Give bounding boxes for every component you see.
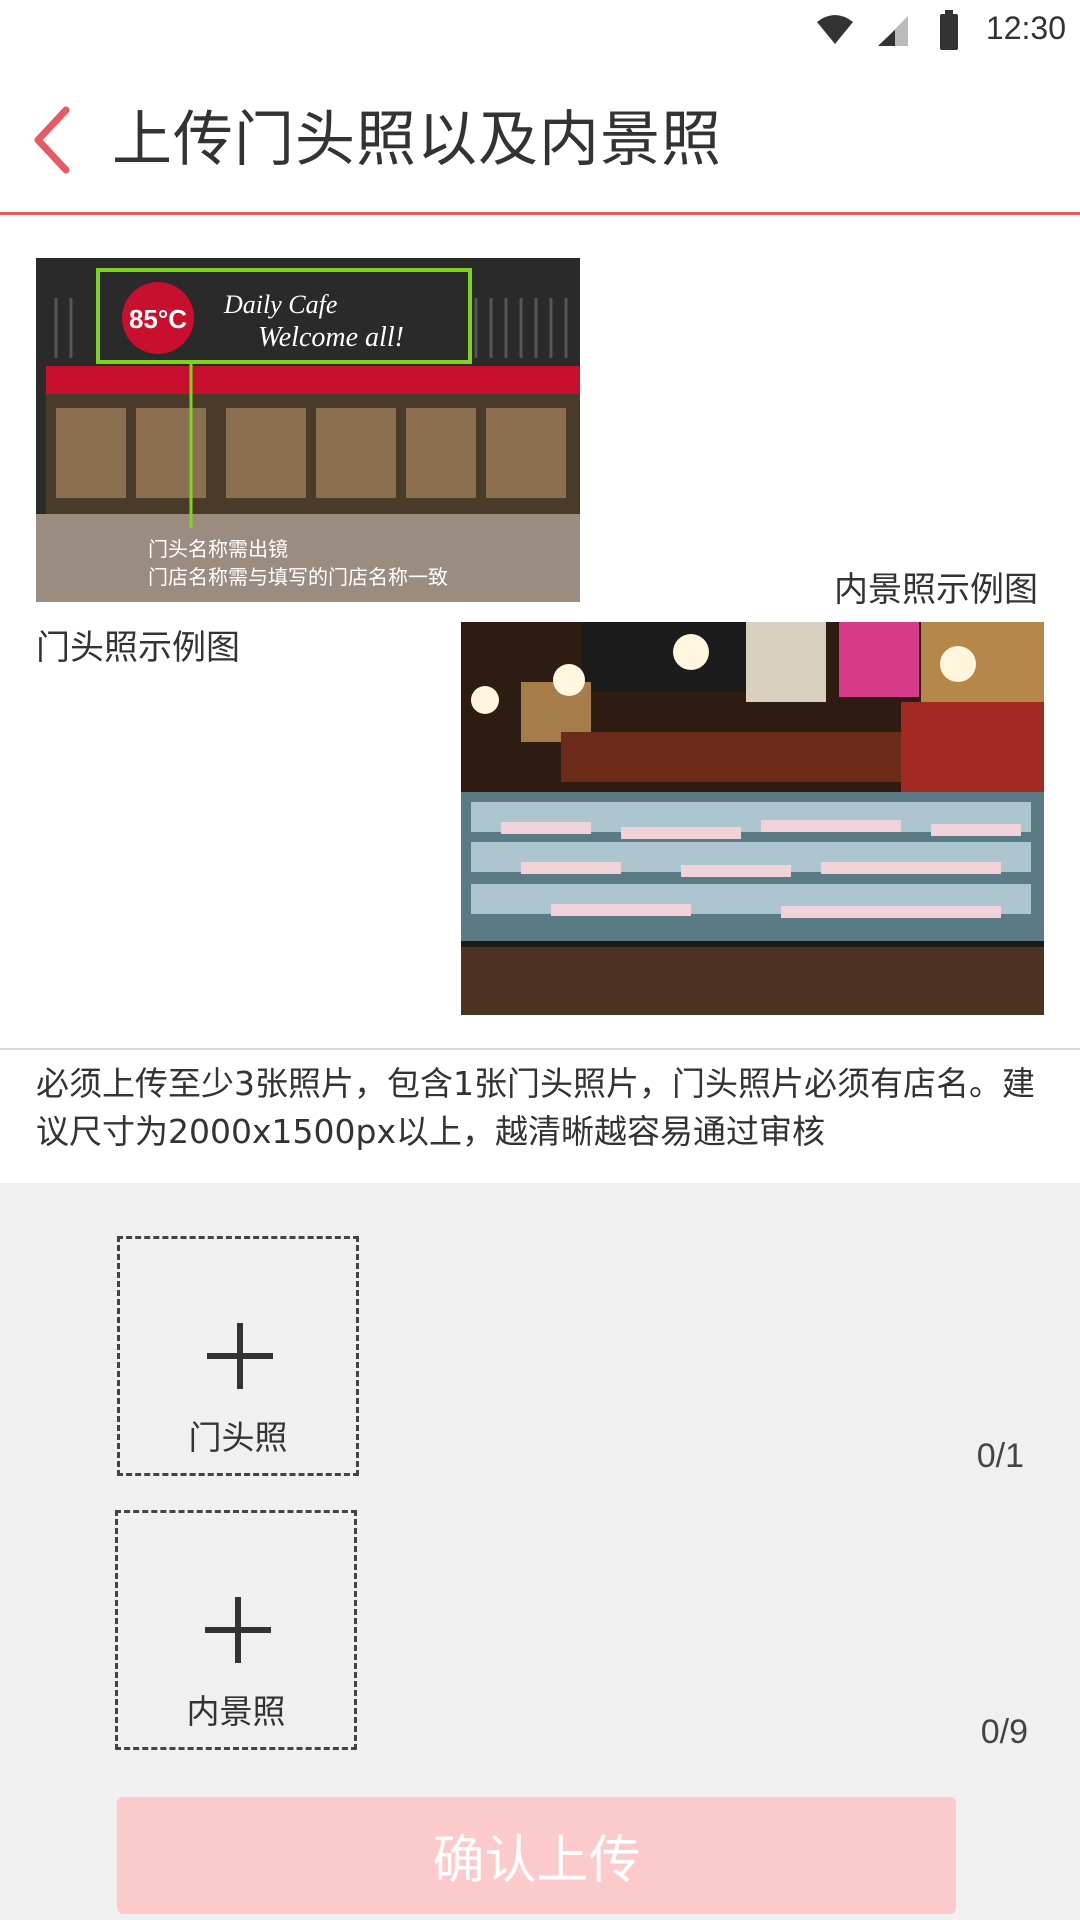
storefront-sample-caption: 门头照示例图 [36, 628, 240, 668]
plus-icon [205, 1597, 271, 1663]
signal-icon [878, 16, 908, 46]
storefront-upload-count: 0/1 [976, 1437, 1024, 1475]
storefront-upload-label: 门头照 [188, 1418, 288, 1457]
title-bar: 上传门头照以及内景照 [0, 62, 1080, 215]
battery-icon [940, 10, 958, 50]
confirm-upload-button[interactable]: 确认上传 [117, 1797, 956, 1914]
interior-upload-count: 0/9 [980, 1713, 1028, 1751]
sign-logo-text: 85°C [129, 304, 187, 334]
sample-overlay-line-1: 门头名称需出镜 [148, 537, 288, 561]
back-button[interactable] [28, 102, 88, 178]
interior-upload-button[interactable]: 内景照 [115, 1510, 357, 1750]
storefront-upload-button[interactable]: 门头照 [117, 1236, 359, 1476]
interior-sample-caption: 内景照示例图 [834, 570, 1038, 610]
divider [0, 1048, 1080, 1050]
interior-sample-image [461, 622, 1044, 1015]
plus-icon [207, 1323, 273, 1389]
sign-welcome-text: Welcome all! [258, 322, 404, 353]
storefront-sample-image: 85°C Daily Cafe Welcome all! 门头名称需出镜 门店名… [36, 258, 580, 602]
status-time: 12:30 [985, 10, 1066, 46]
sign-name-text: Daily Cafe [223, 290, 337, 319]
chevron-left-icon [34, 106, 70, 174]
interior-upload-label: 内景照 [186, 1692, 286, 1731]
status-bar: 12:30 [0, 0, 1080, 62]
upload-notice: 必须上传至少3张照片，包含1张门头照片，门头照片必须有店名。建议尺寸为2000x… [36, 1064, 1035, 1151]
page-title: 上传门头照以及内景照 [112, 105, 722, 175]
wifi-icon [817, 15, 853, 44]
sample-overlay-line-2: 门店名称需与填写的门店名称一致 [148, 565, 448, 589]
